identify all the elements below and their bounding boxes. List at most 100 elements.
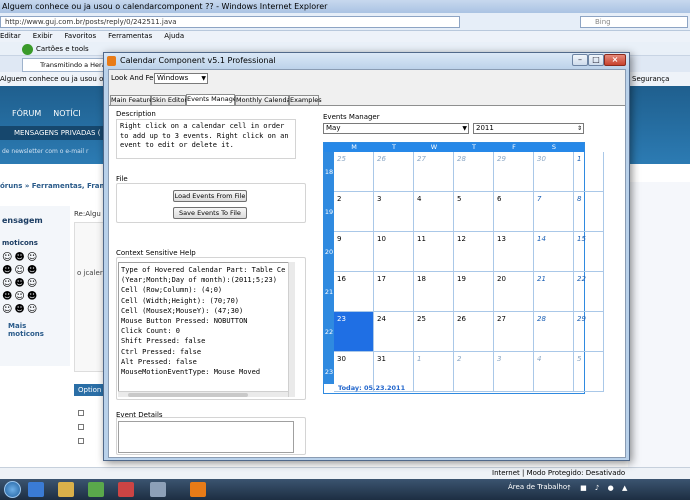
site-checkbox[interactable] (78, 438, 84, 444)
month-select[interactable]: May ▼ (323, 123, 469, 134)
system-tray-icons[interactable]: ↑ ■ ♪ ● ▲ (566, 484, 630, 492)
day-number: 9 (337, 235, 342, 243)
weekday-label: S (551, 143, 557, 151)
calendar-day-cell[interactable]: 12 (454, 232, 494, 272)
calendar-day-cell[interactable]: 24 (374, 312, 414, 352)
weekday-label: S (591, 143, 597, 151)
ie-security-zone[interactable]: Internet | Modo Protegido: Desativado (492, 468, 625, 479)
calendar-day-cell[interactable]: 30 (534, 152, 574, 192)
week-number-column: 18 19 20 21 22 23 (324, 152, 334, 384)
site-nav-forum[interactable]: FÓRUM (12, 109, 41, 118)
maximize-button[interactable]: □ (588, 54, 604, 66)
site-checkbox[interactable] (78, 410, 84, 416)
site-right-panel (628, 182, 690, 467)
ie-taskbar-icon[interactable] (28, 482, 44, 497)
calendar-day-cell[interactable]: 8 (574, 192, 604, 232)
load-events-button[interactable]: Load Events From File (173, 190, 247, 202)
site-more-emoticons-label[interactable]: moticons (8, 330, 44, 338)
event-details-textarea[interactable] (118, 421, 294, 453)
ie-search-field[interactable]: Bing (580, 16, 688, 28)
today-link[interactable]: Today: 05.23.2011 (334, 384, 584, 393)
calendar-day-cell[interactable]: 18 (414, 272, 454, 312)
calendar-day-cell[interactable]: 27 (494, 312, 534, 352)
tab-bar: Main Features Skin Editor Events Manager… (109, 94, 625, 105)
desktop-label[interactable]: Área de Trabalho (508, 483, 567, 491)
day-number: 3 (377, 195, 382, 203)
tab-main-features[interactable]: Main Features (110, 95, 157, 105)
calendar-day-cell[interactable]: 22 (574, 272, 604, 312)
calendar-day-cell[interactable]: 26 (374, 152, 414, 192)
ie-menu-item[interactable]: Editar (0, 32, 21, 40)
day-number: 31 (377, 355, 386, 363)
tab-events-manager[interactable]: Events Manager (186, 94, 240, 105)
site-more-label[interactable]: Mais (8, 322, 26, 330)
calendar-day-cell[interactable]: 7 (534, 192, 574, 232)
ie-url-field[interactable]: http://www.guj.com.br/posts/reply/0/2425… (0, 16, 460, 28)
calendar-day-cell[interactable]: 26 (454, 312, 494, 352)
calendar-day-cell[interactable]: 14 (534, 232, 574, 272)
site-checkbox[interactable] (78, 424, 84, 430)
site-private-messages[interactable]: MENSAGENS PRIVADAS ( (0, 126, 110, 140)
calendar-day-cell[interactable]: 3 (374, 192, 414, 232)
calendar-day-cell[interactable]: 25 (334, 152, 374, 192)
calendar-day-cell[interactable]: 29 (494, 152, 534, 192)
year-spinner[interactable]: 2011 ⇕ (473, 123, 584, 134)
calendar-day-cell[interactable]: 9 (334, 232, 374, 272)
close-button[interactable]: × (604, 54, 626, 66)
ie-menu-item[interactable]: Favoritos (65, 32, 97, 40)
calendar-day-cell[interactable]: 19 (454, 272, 494, 312)
site-nav-news[interactable]: NOTÍCI (53, 109, 80, 118)
minimize-button[interactable]: – (572, 54, 588, 66)
tab-examples[interactable]: Examples (289, 95, 322, 105)
calendar-day-cell[interactable]: 25 (414, 312, 454, 352)
calendar-day-cell[interactable]: 21 (534, 272, 574, 312)
save-events-button[interactable]: Save Events To File (173, 207, 247, 219)
calendar-day-cell[interactable]: 27 (414, 152, 454, 192)
calendar-day-cell[interactable]: 10 (374, 232, 414, 272)
context-help-horizontal-scrollbar[interactable] (118, 391, 288, 397)
calendar-day-cell[interactable]: 16 (334, 272, 374, 312)
emoticons-grid-icon[interactable]: ☺☻☺ ☻☺☻ ☺☻☺ ☻☺☻ ☺☻☺ (2, 251, 52, 316)
site-more-emoticons[interactable]: Mais moticons (8, 322, 70, 338)
site-nav[interactable]: FÓRUM NOTÍCI (0, 106, 110, 122)
look-and-feel-value: Windows (157, 74, 189, 82)
ie-menu-item[interactable]: Exibir (33, 32, 53, 40)
favorites-item[interactable]: Cartões e tools (36, 45, 89, 53)
calendar-day-cell[interactable]: 1 (574, 152, 604, 192)
calendar-day-cell[interactable]: 5 (454, 192, 494, 232)
context-help-vertical-scrollbar[interactable] (288, 262, 295, 397)
site-emoticons-title: moticons (2, 239, 38, 247)
tab-monthly-calendar[interactable]: Monthly Calendar (235, 95, 293, 105)
ie-security-menu[interactable]: Segurança (632, 72, 669, 86)
tab-skin-editor[interactable]: Skin Editor (151, 95, 187, 105)
site-breadcrumb[interactable]: óruns » Ferramentas, Fram (0, 182, 110, 190)
app-taskbar-icon[interactable] (118, 482, 134, 497)
look-and-feel-select[interactable]: Windows ▼ (154, 73, 208, 84)
calendar-day-cell[interactable]: 4 (414, 192, 454, 232)
calendar-day-cell[interactable]: 28 (534, 312, 574, 352)
favorites-go-icon[interactable] (22, 43, 33, 55)
ie-menu-item[interactable]: Ferramentas (108, 32, 152, 40)
day-number: 14 (537, 235, 546, 243)
calendar-day-cell[interactable]: 6 (494, 192, 534, 232)
start-button-icon[interactable] (4, 481, 21, 498)
spinner-arrows-icon[interactable]: ⇕ (577, 124, 582, 133)
ie-menu-item[interactable]: Ajuda (164, 32, 184, 40)
calendar-day-cell[interactable]: 17 (374, 272, 414, 312)
media-taskbar-icon[interactable] (88, 482, 104, 497)
database-taskbar-icon[interactable] (150, 482, 166, 497)
calendar-day-cell[interactable]: 13 (494, 232, 534, 272)
calendar-day-cell[interactable]: 28 (454, 152, 494, 192)
calendar-day-cell[interactable]: 2 (334, 192, 374, 232)
events-manager-title: Events Manager (323, 113, 380, 121)
calendar-day-cell[interactable]: 20 (494, 272, 534, 312)
ie-tab[interactable]: Transmitindo a Heran (22, 58, 114, 72)
java-taskbar-icon[interactable] (190, 482, 206, 497)
scrollbar-thumb[interactable] (128, 393, 248, 397)
calendar-day-cell[interactable]: 29 (574, 312, 604, 352)
calendar-day-cell[interactable]: 15 (574, 232, 604, 272)
app-title-bar[interactable]: Calendar Component v5.1 Professional – □… (104, 53, 629, 69)
calendar-day-cell[interactable]: 11 (414, 232, 454, 272)
explorer-taskbar-icon[interactable] (58, 482, 74, 497)
calendar-day-cell[interactable]: 23 (334, 312, 374, 352)
